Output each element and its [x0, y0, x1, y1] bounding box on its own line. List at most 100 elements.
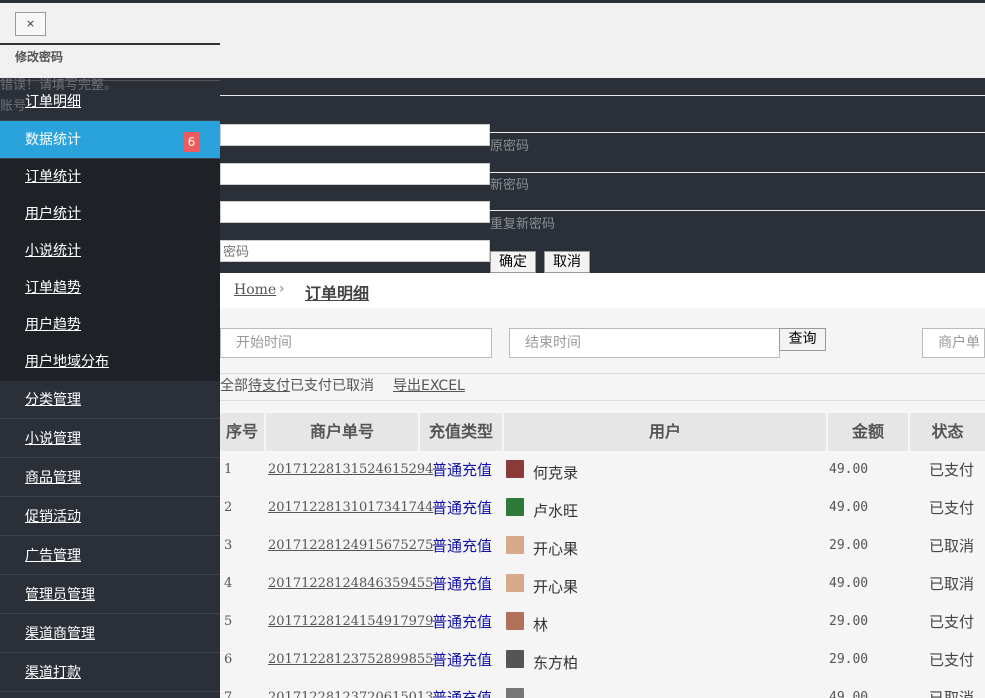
- order-number-link[interactable]: 20171228123752899855: [268, 641, 433, 679]
- user-name: 东方柏: [533, 654, 579, 672]
- column-header: 状态: [910, 413, 985, 451]
- recharge-type: 普通充值: [432, 575, 493, 593]
- cancel-button[interactable]: 取消: [544, 251, 590, 273]
- recharge-type: 普通充值: [432, 689, 493, 698]
- table-row: 5 20171228124154917979 普通充值 林 29.00 已支付: [220, 603, 985, 641]
- status-text: 已支付: [929, 499, 975, 517]
- recharge-type: 普通充值: [432, 499, 493, 517]
- filter-paid[interactable]: 已支付: [290, 378, 332, 394]
- table-row: 7 20171228123720615013 普通充值 49.00 已取消: [220, 679, 985, 698]
- order-number-link[interactable]: 20171228124915675275: [268, 527, 433, 565]
- export-excel-link[interactable]: 导出EXCEL: [393, 375, 465, 395]
- avatar: [506, 498, 524, 516]
- breadcrumb-home[interactable]: Home: [234, 282, 276, 298]
- divider: [490, 172, 985, 173]
- new-password-input[interactable]: [220, 163, 490, 185]
- top-header: × 修改密码: [0, 0, 985, 78]
- sidebar-item-order-trend[interactable]: 订单趋势: [0, 270, 220, 307]
- avatar: [506, 612, 524, 630]
- user-name: 卢水旺: [533, 502, 579, 520]
- order-number-link[interactable]: 20171228124846359455: [268, 565, 433, 603]
- order-number-link[interactable]: 20171228123720615013: [268, 679, 433, 698]
- table-row: 3 20171228124915675275 普通充值 开心果 29.00 已取消: [220, 527, 985, 565]
- user-name: 林: [533, 616, 549, 634]
- end-time-input[interactable]: 结束时间: [509, 328, 780, 358]
- sidebar-item-category[interactable]: 分类管理: [0, 381, 220, 419]
- new-password-label: 新密码: [490, 178, 530, 193]
- error-message: 错误！请填写完整。: [0, 78, 118, 93]
- amount: 29.00: [829, 614, 869, 629]
- sidebar-item-channel-payout[interactable]: 渠道打款: [0, 654, 220, 692]
- row-number: 5: [224, 614, 233, 629]
- avatar: [506, 574, 524, 592]
- filter-all[interactable]: 全部: [220, 378, 248, 394]
- repeat-password-label: 重复新密码: [490, 217, 556, 232]
- start-time-input[interactable]: 开始时间: [220, 328, 492, 358]
- row-number: 1: [224, 462, 233, 477]
- recharge-type: 普通充值: [432, 537, 493, 555]
- old-password-input[interactable]: [220, 124, 490, 146]
- sidebar-item-ads[interactable]: 广告管理: [0, 537, 220, 575]
- sidebar-item-product[interactable]: 商品管理: [0, 459, 220, 497]
- sidebar-item-novel[interactable]: 小说管理: [0, 420, 220, 458]
- sidebar-item-promotion[interactable]: 促销活动: [0, 498, 220, 536]
- column-header: 商户单号: [266, 413, 418, 451]
- divider: [220, 373, 985, 374]
- status-text: 已支付: [929, 651, 975, 669]
- row-number: 2: [224, 500, 233, 515]
- row-number: 4: [224, 576, 233, 591]
- table-row: 4 20171228124846359455 普通充值 开心果 49.00 已取消: [220, 565, 985, 603]
- status-text: 已取消: [929, 689, 975, 698]
- table-row: 2 20171228131017341744 普通充值 卢水旺 49.00 已支付: [220, 489, 985, 527]
- repeat-password-input[interactable]: [220, 201, 490, 223]
- query-button[interactable]: 查询: [779, 328, 826, 351]
- divider: [220, 400, 985, 401]
- user-name: 开心果: [533, 540, 579, 558]
- amount: 49.00: [829, 462, 869, 477]
- avatar: [506, 536, 524, 554]
- avatar: [506, 460, 524, 478]
- status-text: 已支付: [929, 613, 975, 631]
- filter-cancelled[interactable]: 已取消: [332, 378, 374, 394]
- merchant-order-input[interactable]: 商户单: [922, 328, 985, 358]
- order-number-link[interactable]: 20171228124154917979: [268, 603, 433, 641]
- header-divider: [0, 43, 220, 45]
- column-header: 金额: [828, 413, 908, 451]
- recharge-type: 普通充值: [432, 613, 493, 631]
- recharge-type: 普通充值: [432, 651, 493, 669]
- order-number-link[interactable]: 20171228131017341744: [268, 489, 433, 527]
- breadcrumb-current[interactable]: 订单明细: [305, 280, 369, 304]
- sidebar-item-novel-stats[interactable]: 小说统计: [0, 233, 220, 270]
- old-password-label: 原密码: [490, 139, 530, 154]
- sidebar-item-user-trend[interactable]: 用户趋势: [0, 307, 220, 344]
- count-badge: 6: [183, 132, 200, 152]
- row-number: 3: [224, 538, 233, 553]
- status-text: 已支付: [929, 461, 975, 479]
- filter-pending[interactable]: 待支付: [248, 378, 290, 394]
- amount: 49.00: [829, 500, 869, 515]
- amount: 49.00: [829, 690, 869, 698]
- chevron-right-icon: ›: [279, 281, 285, 297]
- sidebar: 订单明细 数据统计 6 订单统计 用户统计 小说统计 订单趋势 用户趋势 用户地…: [0, 83, 220, 698]
- breadcrumb: Home › 订单明细: [220, 273, 985, 308]
- table-row: 6 20171228123752899855 普通充值 东方柏 29.00 已支付: [220, 641, 985, 679]
- sidebar-item-admin[interactable]: 管理员管理: [0, 576, 220, 614]
- sidebar-item-user-region[interactable]: 用户地域分布: [0, 344, 220, 381]
- divider: [490, 210, 985, 211]
- sidebar-item-order-stats[interactable]: 订单统计: [0, 159, 220, 196]
- main-content: Home › 订单明细 开始时间 结束时间 查询 商户单 全部待支付已支付已取消…: [220, 273, 985, 698]
- status-text: 已取消: [929, 575, 975, 593]
- column-header: 序号: [220, 413, 264, 451]
- sidebar-item-user-stats[interactable]: 用户统计: [0, 196, 220, 233]
- amount: 29.00: [829, 538, 869, 553]
- sidebar-item-data-stats[interactable]: 数据统计 6: [0, 121, 220, 159]
- password-input[interactable]: [220, 240, 490, 262]
- confirm-button[interactable]: 确定: [490, 251, 536, 273]
- avatar: [506, 688, 524, 698]
- sidebar-item-channel[interactable]: 渠道商管理: [0, 615, 220, 653]
- status-filter: 全部待支付已支付已取消: [220, 375, 374, 395]
- column-header: 充值类型: [420, 413, 502, 451]
- divider: [490, 132, 985, 133]
- close-button[interactable]: ×: [15, 12, 46, 36]
- order-number-link[interactable]: 20171228131524615294: [268, 451, 433, 489]
